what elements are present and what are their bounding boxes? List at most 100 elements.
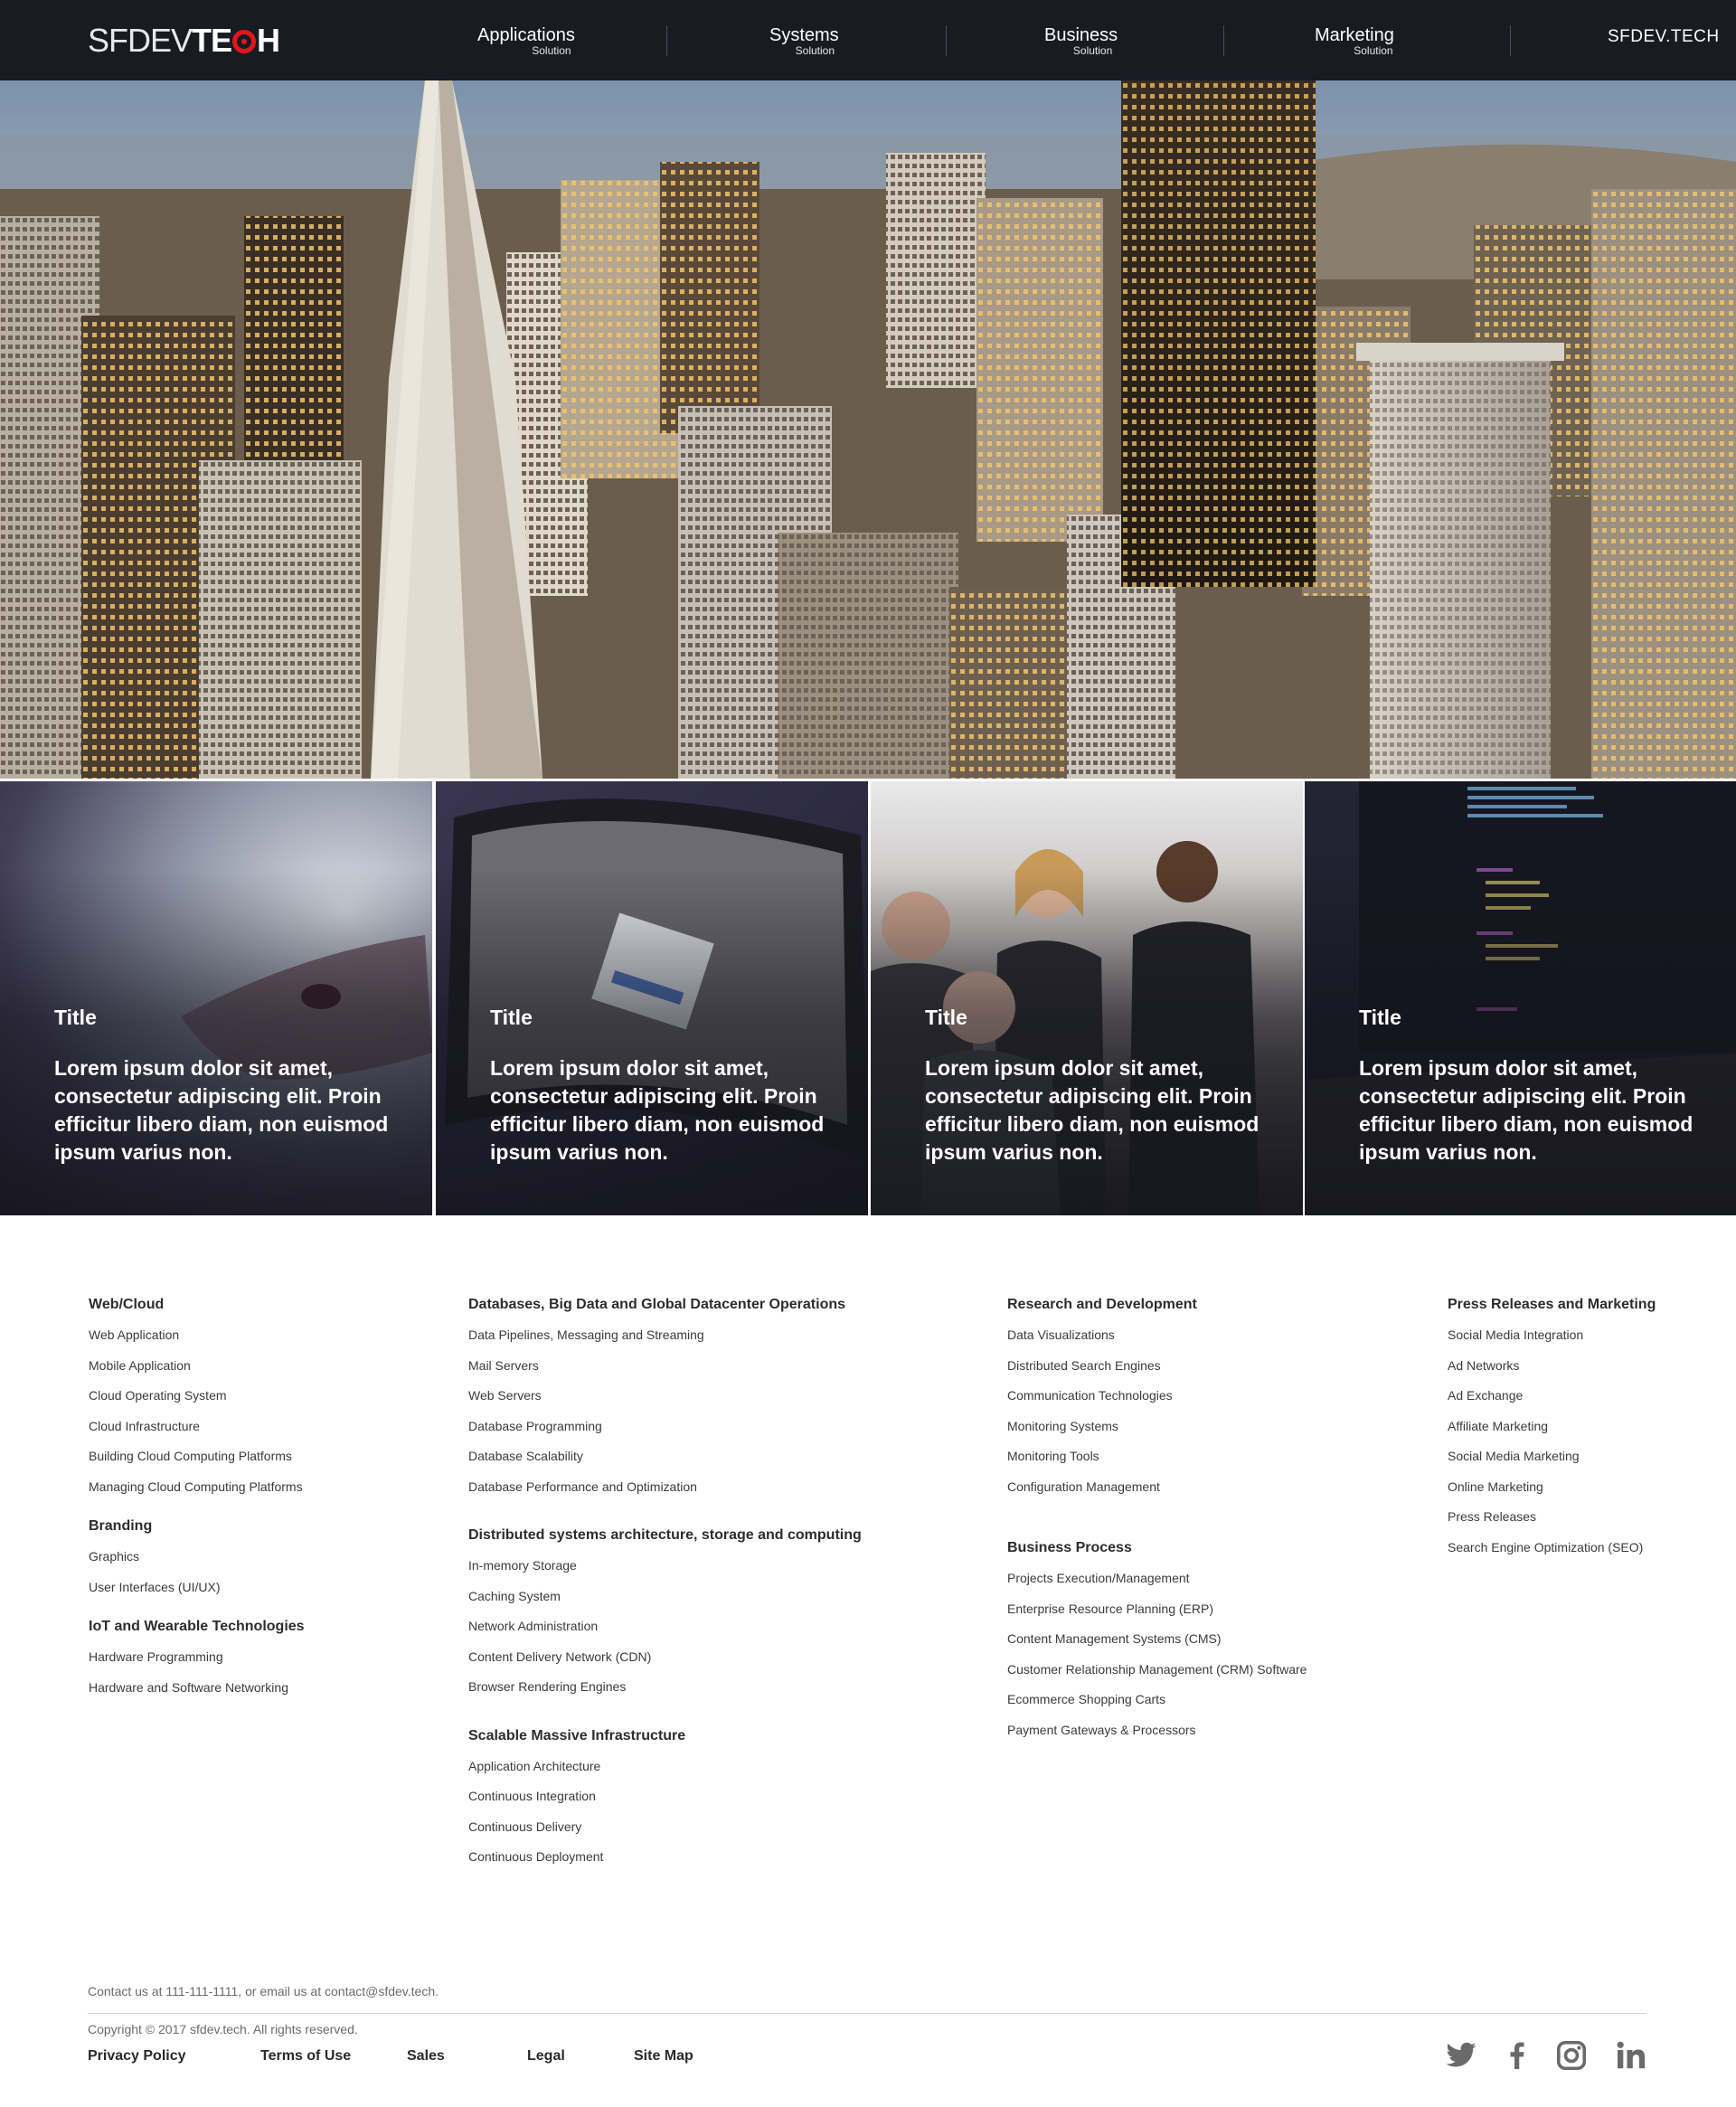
city-skyline-illustration	[0, 80, 1736, 779]
twitter-icon[interactable]	[1445, 2039, 1477, 2072]
nav-business-sub: Solution	[1072, 44, 1113, 57]
footer-link-privacy-policy[interactable]: Privacy Policy	[88, 2048, 186, 2064]
feature-card[interactable]: Title Lorem ipsum dolor sit amet, consec…	[871, 781, 1303, 1215]
nav-brand-link[interactable]: SFDEV.TECH	[1608, 27, 1720, 47]
footer-link[interactable]: Web Servers	[468, 1386, 862, 1417]
footer-link[interactable]: Graphics	[89, 1547, 305, 1578]
footer-link[interactable]: Network Administration	[468, 1617, 862, 1648]
footer-link[interactable]: Distributed Search Engines	[1007, 1356, 1307, 1387]
footer-link[interactable]: Ecommerce Shopping Carts	[1007, 1690, 1307, 1721]
footer-heading: Press Releases and Marketing	[1448, 1297, 1656, 1312]
card-title: Title	[1359, 1006, 1401, 1029]
footer-link[interactable]: Social Media Marketing	[1448, 1447, 1656, 1478]
nav-systems-sub: Solution	[795, 44, 835, 57]
footer-link[interactable]: Social Media Integration	[1448, 1326, 1656, 1356]
nav-systems[interactable]: Systems Solution	[769, 25, 839, 57]
footer-heading: Research and Development	[1007, 1297, 1197, 1312]
nav-business-label: Business	[1044, 25, 1118, 45]
footer-link[interactable]: Content Delivery Network (CDN)	[468, 1648, 862, 1678]
footer-link-sales[interactable]: Sales	[407, 2048, 445, 2064]
nav-marketing-label: Marketing	[1315, 25, 1394, 45]
linkedin-icon[interactable]	[1615, 2039, 1647, 2072]
footer-link[interactable]: Continuous Integration	[468, 1787, 862, 1818]
footer-link[interactable]: Affiliate Marketing	[1448, 1417, 1656, 1448]
footer-link[interactable]: Continuous Delivery	[468, 1818, 862, 1848]
card-text: Lorem ipsum dolor sit amet, consectetur …	[1359, 1056, 1694, 1164]
nav-systems-label: Systems	[769, 25, 839, 45]
footer-link[interactable]: Cloud Operating System	[89, 1386, 305, 1417]
footer-link[interactable]: Ad Networks	[1448, 1356, 1656, 1387]
footer-link[interactable]: Caching System	[468, 1587, 862, 1618]
feature-card[interactable]: Title Lorem ipsum dolor sit amet, consec…	[436, 781, 868, 1215]
instagram-icon[interactable]	[1555, 2039, 1588, 2072]
footer-link[interactable]: Press Releases	[1448, 1507, 1656, 1538]
footer-column-2: Databases, Big Data and Global Datacente…	[468, 1295, 862, 1878]
card-text: Lorem ipsum dolor sit amet, consectetur …	[54, 1056, 389, 1164]
footer-link[interactable]: Building Cloud Computing Platforms	[89, 1447, 305, 1478]
footer-link[interactable]: Configuration Management	[1007, 1478, 1307, 1508]
footer-link[interactable]: Mobile Application	[89, 1356, 305, 1387]
nav-applications[interactable]: Applications Solution	[477, 25, 575, 57]
footer-link[interactable]: Monitoring Tools	[1007, 1447, 1307, 1478]
footer-link[interactable]: Monitoring Systems	[1007, 1417, 1307, 1448]
feature-card[interactable]: Title Lorem ipsum dolor sit amet, consec…	[1305, 781, 1736, 1215]
footer-link[interactable]: Projects Execution/Management	[1007, 1569, 1307, 1600]
footer-column-4: Press Releases and Marketing Social Medi…	[1448, 1295, 1656, 1568]
footer-link-site-map[interactable]: Site Map	[634, 2048, 693, 2064]
footer-link[interactable]: Data Visualizations	[1007, 1326, 1307, 1356]
footer-link[interactable]: Data Pipelines, Messaging and Streaming	[468, 1326, 862, 1356]
nav-marketing[interactable]: Marketing Solution	[1315, 25, 1394, 57]
footer-link[interactable]: Search Engine Optimization (SEO)	[1448, 1538, 1656, 1569]
top-nav-bar: SFDEVTE H Applications Solution Systems S…	[0, 0, 1736, 80]
footer-column-1: Web/Cloud Web Application Mobile Applica…	[89, 1295, 305, 1708]
footer-link[interactable]: Mail Servers	[468, 1356, 862, 1387]
footer-link[interactable]: Ad Exchange	[1448, 1386, 1656, 1417]
contact-info: Contact us at 111-111-1111, or email us …	[88, 1984, 439, 1998]
footer-link[interactable]: User Interfaces (UI/UX)	[89, 1578, 305, 1609]
logo-text-thin: SFDEV	[88, 22, 193, 59]
footer-heading: Distributed systems architecture, storag…	[468, 1527, 862, 1543]
footer-link[interactable]: Communication Technologies	[1007, 1386, 1307, 1417]
footer-link-terms-of-use[interactable]: Terms of Use	[260, 2048, 351, 2064]
card-text: Lorem ipsum dolor sit amet, consectetur …	[490, 1056, 825, 1164]
footer-link[interactable]: Hardware and Software Networking	[89, 1678, 305, 1709]
card-title: Title	[490, 1006, 533, 1029]
nav-business[interactable]: Business Solution	[1044, 25, 1118, 57]
footer-heading: Scalable Massive Infrastructure	[468, 1727, 686, 1743]
footer-column-3: Research and Development Data Visualizat…	[1007, 1295, 1307, 1751]
footer-divider	[88, 2013, 1646, 2014]
logo[interactable]: SFDEVTE H	[88, 20, 280, 61]
footer-link[interactable]: Application Architecture	[468, 1757, 862, 1788]
footer-link[interactable]: Payment Gateways & Processors	[1007, 1721, 1307, 1752]
footer-link[interactable]: Hardware Programming	[89, 1648, 305, 1678]
footer-link[interactable]: Web Application	[89, 1326, 305, 1356]
footer-link[interactable]: Enterprise Resource Planning (ERP)	[1007, 1600, 1307, 1630]
footer-link[interactable]: Online Marketing	[1448, 1478, 1656, 1508]
nav-divider	[666, 25, 667, 56]
footer-heading: IoT and Wearable Technologies	[89, 1619, 305, 1634]
logo-red-ring-icon	[232, 30, 257, 53]
feature-cards: Title Lorem ipsum dolor sit amet, consec…	[0, 781, 1736, 1215]
footer-link[interactable]: Cloud Infrastructure	[89, 1417, 305, 1448]
hero-city-image	[0, 80, 1736, 779]
nav-divider	[1510, 25, 1511, 56]
nav-divider	[946, 25, 947, 56]
footer-link-legal[interactable]: Legal	[527, 2048, 565, 2064]
footer-link[interactable]: Customer Relationship Management (CRM) S…	[1007, 1660, 1307, 1691]
footer-link[interactable]: Continuous Deployment	[468, 1847, 862, 1878]
nav-applications-label: Applications	[477, 25, 575, 45]
footer-link[interactable]: Database Programming	[468, 1417, 862, 1448]
feature-card[interactable]: Title Lorem ipsum dolor sit amet, consec…	[0, 781, 432, 1215]
footer-link[interactable]: Browser Rendering Engines	[468, 1677, 862, 1708]
logo-text-bold-post: H	[257, 22, 280, 59]
nav-applications-sub: Solution	[532, 44, 571, 57]
facebook-icon[interactable]	[1501, 2039, 1533, 2072]
footer-link[interactable]: Content Management Systems (CMS)	[1007, 1630, 1307, 1660]
footer-heading: Databases, Big Data and Global Datacente…	[468, 1297, 846, 1312]
footer-link[interactable]: Managing Cloud Computing Platforms	[89, 1478, 305, 1508]
footer-link[interactable]: In-memory Storage	[468, 1556, 862, 1587]
footer-link[interactable]: Database Scalability	[468, 1447, 862, 1478]
footer-heading: Business Process	[1007, 1540, 1132, 1555]
logo-text-bold-pre: TE	[192, 22, 232, 59]
footer-link[interactable]: Database Performance and Optimization	[468, 1478, 862, 1508]
